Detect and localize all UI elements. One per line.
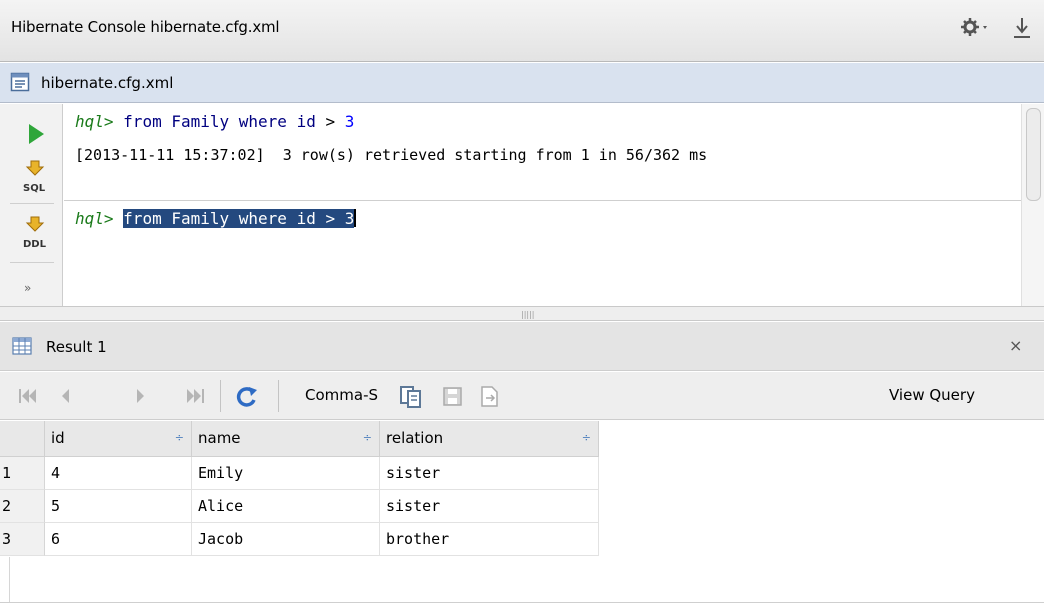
table-cell[interactable]: sister <box>380 490 599 523</box>
result-grid[interactable]: id ÷ name ÷ relation ÷ 1 4 Emily sister … <box>0 421 1044 603</box>
row-number[interactable]: 3 <box>0 523 45 556</box>
query-value: 3 <box>344 112 355 131</box>
query-id-keyword: id <box>296 112 316 131</box>
last-page-icon[interactable] <box>183 385 209 407</box>
cell-value: brother <box>386 530 450 548</box>
cell-value: sister <box>386 497 441 515</box>
sort-icon[interactable]: ÷ <box>582 431 591 444</box>
cell-value: Emily <box>198 464 244 482</box>
run-icon[interactable] <box>26 122 46 146</box>
table-cell[interactable]: 4 <box>45 457 192 490</box>
table-cell[interactable]: sister <box>380 457 599 490</box>
table-cell[interactable]: Emily <box>192 457 380 490</box>
hql-prompt: hql> <box>75 112 114 131</box>
column-header-id[interactable]: id ÷ <box>45 421 192 457</box>
row-number[interactable]: 1 <box>0 457 45 490</box>
row-number-label: 3 <box>2 530 12 548</box>
tool-window-title: Hibernate Console hibernate.cfg.xml <box>11 18 280 36</box>
refresh-icon[interactable] <box>232 385 262 409</box>
view-query-button[interactable]: View Query <box>889 386 975 404</box>
table-cell[interactable]: brother <box>380 523 599 556</box>
export-icon[interactable] <box>477 385 501 409</box>
toolbar-separator <box>10 203 54 204</box>
panel-splitter[interactable]: ||||| <box>0 306 1044 321</box>
sort-icon[interactable]: ÷ <box>363 431 372 444</box>
text-caret <box>354 209 357 227</box>
query-text: from Family where <box>123 112 297 131</box>
toolbar-separator <box>220 380 221 412</box>
column-header-label: name <box>198 429 241 447</box>
history-query-line: hql> from Family where id > 3 <box>75 112 354 131</box>
query-operator: > <box>315 112 345 131</box>
row-number[interactable]: 2 <box>0 490 45 523</box>
editor-vertical-scrollbar[interactable] <box>1021 104 1044 306</box>
splitter-grip[interactable]: ||||| <box>521 310 534 319</box>
editor-divider <box>64 200 1021 201</box>
row-number-header <box>0 421 45 457</box>
cell-value: sister <box>386 464 441 482</box>
scrollbar-thumb[interactable] <box>1026 108 1041 201</box>
row-number-label: 2 <box>2 497 12 515</box>
toolbar-separator <box>278 380 279 412</box>
column-header-label: relation <box>386 429 444 447</box>
table-cell[interactable]: 5 <box>45 490 192 523</box>
save-icon[interactable] <box>441 385 465 409</box>
cell-value: Jacob <box>198 530 244 548</box>
sql-icon[interactable]: SQL <box>21 159 49 195</box>
column-header-name[interactable]: name ÷ <box>192 421 380 457</box>
query-result-message: [2013-11-11 15:37:02] 3 row(s) retrieved… <box>75 146 708 164</box>
hql-console-editor[interactable]: hql> from Family where id > 3 [2013-11-1… <box>64 104 1021 306</box>
console-side-toolbar: SQL DDL » <box>0 104 63 306</box>
more-actions-button[interactable]: » <box>24 281 31 295</box>
svg-text:SQL: SQL <box>23 183 46 194</box>
column-header-relation[interactable]: relation ÷ <box>380 421 599 457</box>
column-header-label: id <box>51 429 65 447</box>
table-cell[interactable]: Alice <box>192 490 380 523</box>
svg-text:DDL: DDL <box>23 239 47 250</box>
close-icon[interactable]: × <box>1009 336 1022 355</box>
cell-value: 5 <box>51 497 61 515</box>
export-format-dropdown[interactable]: Comma-S <box>305 386 378 404</box>
hql-prompt: hql> <box>75 209 114 228</box>
console-tab-label: hibernate.cfg.xml <box>41 74 174 92</box>
grid-left-border <box>0 557 10 603</box>
current-query-line[interactable]: hql> from Family where id > 3 <box>75 209 357 228</box>
toolbar-separator <box>10 262 54 263</box>
next-page-icon[interactable] <box>130 385 150 407</box>
pin-icon[interactable] <box>1010 15 1034 41</box>
previous-page-icon[interactable] <box>56 385 76 407</box>
row-number-label: 1 <box>2 464 12 482</box>
table-cell[interactable]: 6 <box>45 523 192 556</box>
sort-icon[interactable]: ÷ <box>175 431 184 444</box>
cell-value: 4 <box>51 464 61 482</box>
console-tab[interactable]: hibernate.cfg.xml <box>0 63 1044 103</box>
result-tab-label: Result 1 <box>46 338 107 356</box>
result-tab-header[interactable]: Result 1 × <box>0 322 1044 371</box>
cell-value: 6 <box>51 530 61 548</box>
file-icon <box>10 72 30 92</box>
cell-value: Alice <box>198 497 244 515</box>
gear-icon[interactable] <box>960 16 990 38</box>
table-cell[interactable]: Jacob <box>192 523 380 556</box>
selected-query-text[interactable]: from Family where id > 3 <box>123 209 355 228</box>
copy-icon[interactable] <box>398 385 426 409</box>
tool-window-title-bar: Hibernate Console hibernate.cfg.xml <box>0 0 1044 62</box>
ddl-icon[interactable]: DDL <box>21 215 49 251</box>
first-page-icon[interactable] <box>16 385 40 407</box>
result-toolbar: Comma-S View Query <box>0 372 1044 420</box>
table-icon <box>12 337 32 355</box>
